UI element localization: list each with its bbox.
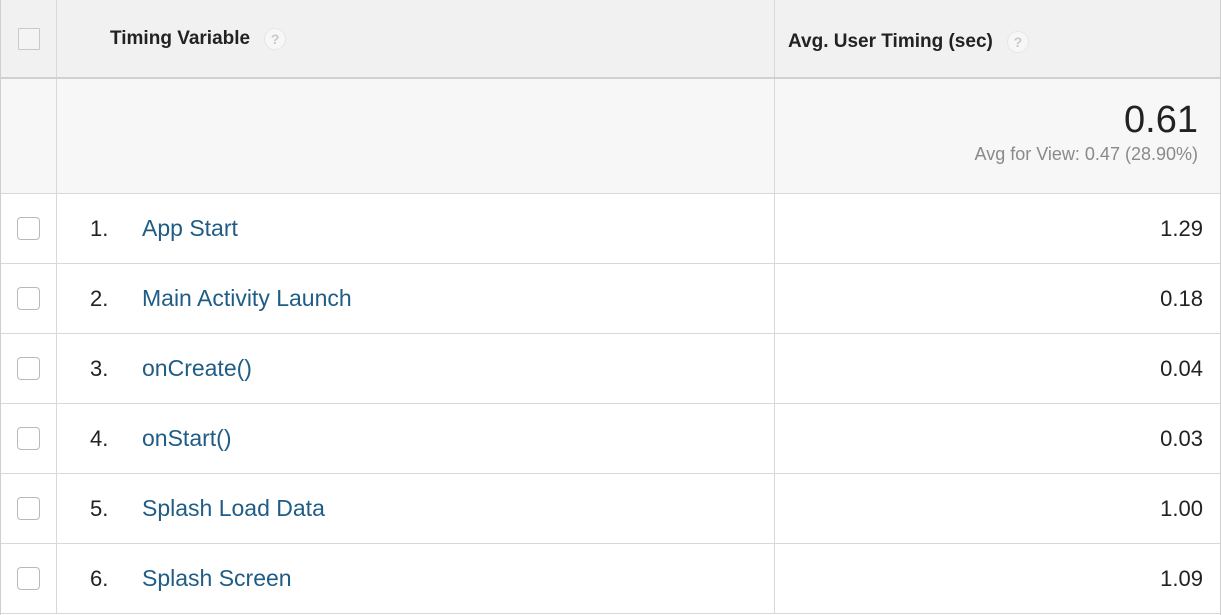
row-index: 6. <box>90 565 109 591</box>
timing-variable-link[interactable]: Splash Load Data <box>142 495 325 522</box>
row-variable-cell: 3. onCreate() <box>57 334 775 403</box>
row-checkbox[interactable] <box>17 287 40 310</box>
row-checkbox-cell <box>1 264 57 333</box>
table-row: 2. Main Activity Launch 0.18 <box>1 264 1220 334</box>
row-checkbox[interactable] <box>17 427 40 450</box>
timing-variable-link[interactable]: App Start <box>142 215 238 242</box>
row-value-cell: 1.29 <box>775 194 1220 263</box>
summary-label-cell <box>57 79 775 193</box>
row-checkbox[interactable] <box>17 497 40 520</box>
avg-timing-value: 0.04 <box>1160 355 1203 381</box>
help-icon[interactable]: ? <box>1006 30 1029 53</box>
row-variable-cell: 2. Main Activity Launch <box>57 264 775 333</box>
table-row: 3. onCreate() 0.04 <box>1 334 1220 404</box>
summary-checkbox-cell <box>1 79 57 193</box>
row-value-cell: 1.00 <box>775 474 1220 543</box>
row-index: 5. <box>90 495 109 521</box>
row-variable-cell: 5. Splash Load Data <box>57 474 775 543</box>
header-checkbox-cell <box>1 0 57 77</box>
row-checkbox[interactable] <box>17 357 40 380</box>
row-checkbox[interactable] <box>17 217 40 240</box>
avg-for-view: Avg for View: 0.47 (28.90%) <box>974 144 1198 164</box>
avg-timing-value: 1.00 <box>1160 495 1203 521</box>
row-variable-cell: 6. Splash Screen <box>57 544 775 613</box>
table-header: Timing Variable ? Avg. User Timing (sec)… <box>1 0 1220 79</box>
row-value-cell: 0.03 <box>775 404 1220 473</box>
row-variable-cell: 1. App Start <box>57 194 775 263</box>
row-index: 4. <box>90 425 109 451</box>
avg-timing-value: 0.18 <box>1160 285 1203 311</box>
avg-timing-value: 1.09 <box>1160 565 1203 591</box>
timing-variable-link[interactable]: Splash Screen <box>142 565 292 592</box>
header-timing-variable[interactable]: Timing Variable ? <box>57 0 775 77</box>
row-index: 3. <box>90 355 109 381</box>
timing-variable-link[interactable]: onStart() <box>142 425 231 452</box>
table-row: 5. Splash Load Data 1.00 <box>1 474 1220 544</box>
total-avg-timing: 0.61 <box>1124 99 1198 141</box>
row-value-cell: 0.18 <box>775 264 1220 333</box>
avg-timing-value: 0.03 <box>1160 425 1203 451</box>
row-checkbox-cell <box>1 194 57 263</box>
row-checkbox-cell <box>1 334 57 403</box>
row-checkbox-cell <box>1 544 57 613</box>
timing-variable-link[interactable]: Main Activity Launch <box>142 285 352 312</box>
timing-table: Timing Variable ? Avg. User Timing (sec)… <box>0 0 1221 615</box>
select-all-checkbox[interactable] <box>17 27 40 50</box>
row-value-cell: 0.04 <box>775 334 1220 403</box>
timing-variable-header-label: Timing Variable <box>110 27 251 49</box>
row-checkbox[interactable] <box>17 567 40 590</box>
row-value-cell: 1.09 <box>775 544 1220 613</box>
row-index: 1. <box>90 215 109 241</box>
avg-timing-value: 1.29 <box>1160 215 1203 241</box>
row-index: 2. <box>90 285 109 311</box>
row-checkbox-cell <box>1 404 57 473</box>
timing-variable-link[interactable]: onCreate() <box>142 355 252 382</box>
header-avg-user-timing[interactable]: Avg. User Timing (sec) ? <box>775 0 1220 77</box>
row-checkbox-cell <box>1 474 57 543</box>
table-row: 6. Splash Screen 1.09 <box>1 544 1220 614</box>
avg-user-timing-header-label: Avg. User Timing (sec) <box>788 30 993 52</box>
help-icon[interactable]: ? <box>264 27 287 50</box>
row-variable-cell: 4. onStart() <box>57 404 775 473</box>
table-row: 4. onStart() 0.03 <box>1 404 1220 474</box>
summary-value-cell: 0.61 Avg for View: 0.47 (28.90%) <box>775 79 1220 193</box>
table-row: 1. App Start 1.29 <box>1 194 1220 264</box>
summary-row: 0.61 Avg for View: 0.47 (28.90%) <box>1 79 1220 194</box>
